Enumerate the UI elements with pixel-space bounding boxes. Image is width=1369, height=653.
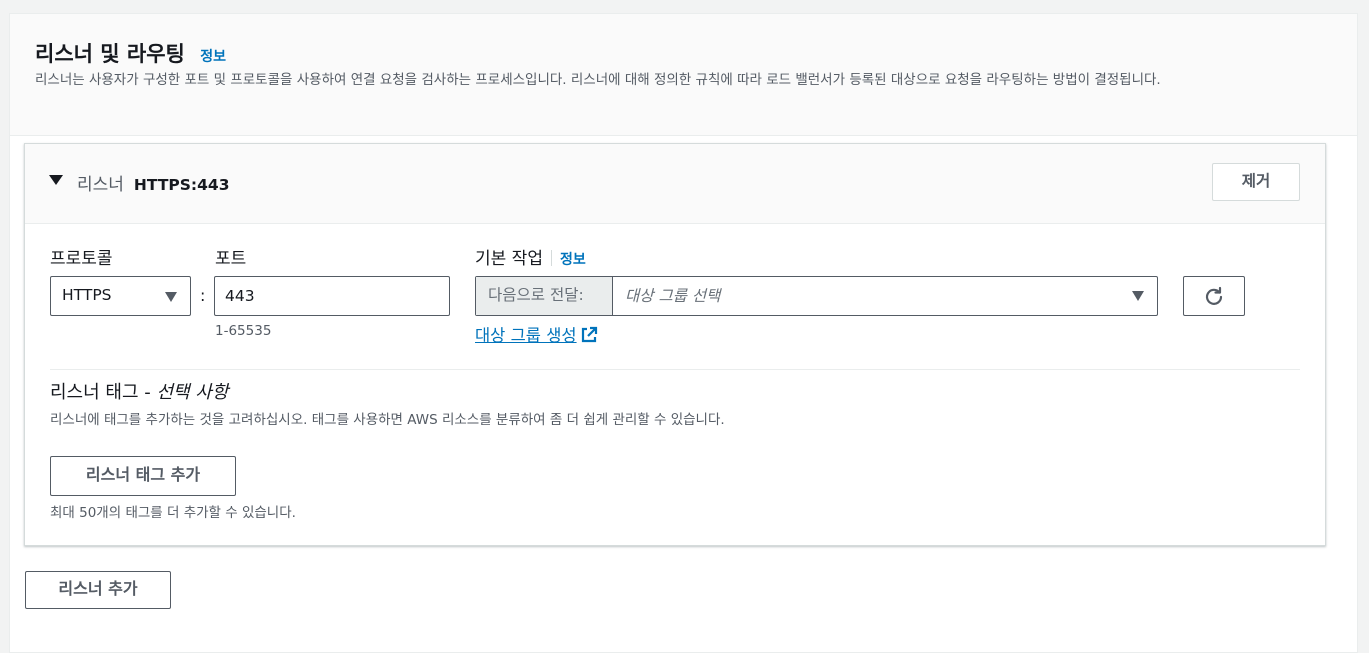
caret-down-icon[interactable] xyxy=(49,175,63,185)
section-divider xyxy=(50,369,1300,370)
listener-title: 리스너 HTTPS:443 xyxy=(77,170,229,195)
default-action-label: 기본 작업 정보 xyxy=(475,244,586,269)
listener-tags-title: 리스너 태그 - 선택 사항 xyxy=(50,378,228,404)
refresh-icon xyxy=(1205,286,1223,305)
create-target-group-text: 대상 그룹 생성 xyxy=(475,326,577,345)
tags-title-text: 리스너 태그 - xyxy=(50,382,157,403)
external-link-icon xyxy=(581,326,597,343)
default-action-info-link[interactable]: 정보 xyxy=(560,252,586,268)
default-action-label-text: 기본 작업 xyxy=(475,249,543,269)
panel-header: 리스너 및 라우팅 정보 리스너는 사용자가 구성한 포트 및 프로토콜을 사용… xyxy=(10,14,1357,136)
listener-tags-description: 리스너에 태그를 추가하는 것을 고려하십시오. 태그를 사용하면 AWS 리소… xyxy=(50,412,725,428)
add-listener-tag-button[interactable]: 리스너 태그 추가 xyxy=(50,456,236,496)
section-title: 리스너 및 라우팅 정보 xyxy=(35,38,226,68)
remove-listener-button[interactable]: 제거 xyxy=(1212,163,1300,201)
listener-card: 리스너HTTPS:443 제거 프로토콜 포트 HTTPS : 1-65535 … xyxy=(24,143,1326,546)
protocol-label: 프로토콜 xyxy=(50,249,113,269)
port-input[interactable] xyxy=(214,276,450,316)
default-action-field: 다음으로 전달: 대상 그룹 선택 xyxy=(475,276,1158,316)
listener-protocol-port: HTTPS:443 xyxy=(133,176,230,194)
protocol-select-value: HTTPS xyxy=(62,286,112,304)
port-separator: : xyxy=(200,286,206,305)
target-group-placeholder: 대상 그룹 선택 xyxy=(625,287,721,305)
port-hint: 1-65535 xyxy=(215,323,272,339)
tags-title-optional: 선택 사항 xyxy=(156,382,229,403)
chevron-down-icon xyxy=(1132,291,1144,301)
refresh-target-groups-button[interactable] xyxy=(1183,276,1245,316)
create-target-group-link[interactable]: 대상 그룹 생성 xyxy=(475,322,598,346)
add-listener-button[interactable]: 리스너 추가 xyxy=(25,571,171,609)
listener-label: 리스너 xyxy=(77,175,124,195)
protocol-select[interactable]: HTTPS xyxy=(50,276,191,316)
port-label: 포트 xyxy=(215,249,247,269)
section-info-link[interactable]: 정보 xyxy=(200,49,226,65)
label-divider xyxy=(550,250,552,266)
forward-to-prefix: 다음으로 전달: xyxy=(476,277,613,315)
section-title-text: 리스너 및 라우팅 xyxy=(35,42,185,66)
target-group-select[interactable]: 대상 그룹 선택 xyxy=(613,277,1157,315)
chevron-down-icon xyxy=(165,292,177,302)
tags-limit-text: 최대 50개의 태그를 더 추가할 수 있습니다. xyxy=(50,505,296,521)
listener-card-header: 리스너 HTTPS:443 제거 xyxy=(25,144,1325,224)
section-description: 리스너는 사용자가 구성한 포트 및 프로토콜을 사용하여 연결 요청을 검사하… xyxy=(35,72,1161,88)
